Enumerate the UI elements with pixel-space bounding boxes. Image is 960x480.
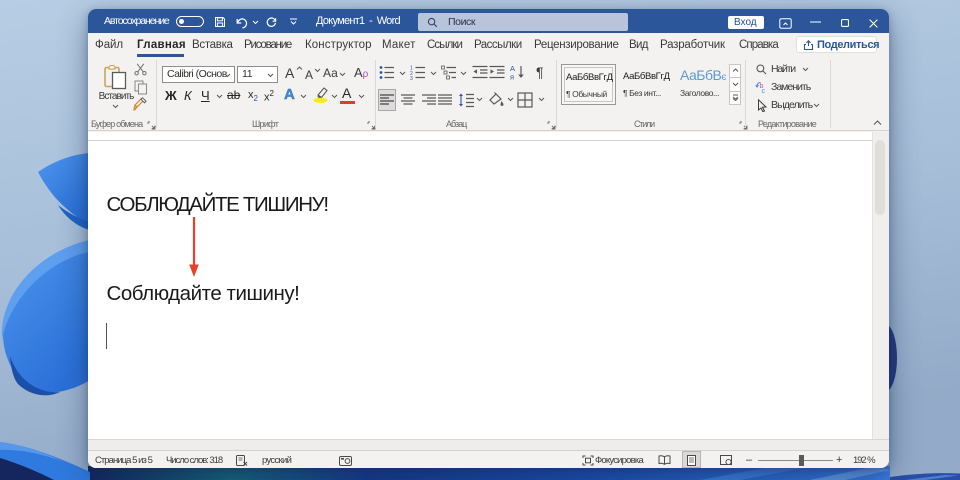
svg-text:c: c — [762, 88, 766, 94]
svg-text:3: 3 — [410, 76, 413, 80]
svg-text:я: я — [510, 73, 514, 82]
